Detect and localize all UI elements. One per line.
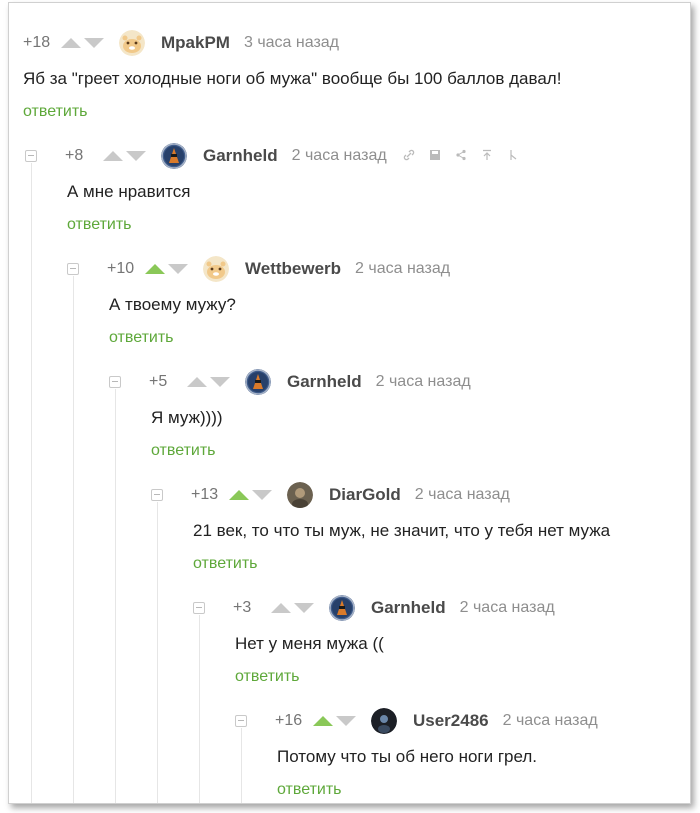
username[interactable]: User2486: [413, 711, 489, 731]
comment-text: Я муж)))): [151, 408, 223, 427]
rating: +8: [65, 147, 84, 164]
timestamp[interactable]: 2 часа назад: [415, 486, 510, 504]
upvote-icon[interactable]: [145, 264, 165, 274]
rating: +16: [275, 712, 303, 729]
reply-link[interactable]: ответить: [151, 442, 216, 460]
branch-icon[interactable]: [507, 149, 519, 164]
reply-link[interactable]: ответить: [193, 555, 258, 573]
avatar[interactable]: [245, 369, 271, 395]
thread-line: [199, 615, 200, 803]
save-icon[interactable]: [429, 149, 441, 164]
username[interactable]: Garnheld: [371, 598, 446, 618]
avatar[interactable]: [371, 708, 397, 734]
vote-arrows: [313, 716, 359, 726]
scroll-up-icon[interactable]: [481, 149, 493, 164]
vote-arrows: [187, 377, 233, 387]
timestamp[interactable]: 2 часа назад: [460, 599, 555, 617]
collapse-icon[interactable]: [109, 376, 121, 388]
username[interactable]: DiarGold: [329, 485, 401, 505]
avatar[interactable]: [161, 143, 187, 169]
collapse-icon[interactable]: [193, 602, 205, 614]
link-icon[interactable]: [403, 149, 415, 164]
reply-link[interactable]: ответить: [67, 216, 132, 234]
collapse-icon[interactable]: [25, 150, 37, 162]
downvote-icon[interactable]: [336, 716, 356, 726]
comment-text: Яб за "греет холодные ноги об мужа" вооб…: [23, 69, 562, 88]
timestamp[interactable]: 2 часа назад: [355, 260, 450, 278]
downvote-icon[interactable]: [210, 377, 230, 387]
upvote-icon[interactable]: [61, 38, 81, 48]
rating: +3: [233, 599, 252, 616]
avatar[interactable]: [203, 256, 229, 282]
collapse-icon[interactable]: [151, 489, 163, 501]
reply-link[interactable]: ответить: [23, 103, 88, 121]
vote-arrows: [61, 38, 107, 48]
comment-text: 21 век, то что ты муж, не значит, что у …: [193, 521, 611, 540]
upvote-icon[interactable]: [103, 151, 123, 161]
timestamp[interactable]: 2 часа назад: [292, 147, 387, 165]
rating: +5: [149, 373, 168, 390]
rating: +13: [191, 486, 219, 503]
comments-thread: +18 MpakPM 3 часа назад Яб за "греет хол…: [8, 2, 691, 804]
upvote-icon[interactable]: [271, 603, 291, 613]
username[interactable]: Garnheld: [287, 372, 362, 392]
timestamp[interactable]: 2 часа назад: [376, 373, 471, 391]
collapse-icon[interactable]: [235, 715, 247, 727]
vote-arrows: [229, 490, 275, 500]
thread-line: [73, 276, 74, 803]
upvote-icon[interactable]: [313, 716, 333, 726]
username[interactable]: Wettbewerb: [245, 259, 341, 279]
avatar[interactable]: [119, 30, 145, 56]
avatar[interactable]: [287, 482, 313, 508]
upvote-icon[interactable]: [187, 377, 207, 387]
downvote-icon[interactable]: [126, 151, 146, 161]
username[interactable]: MpakPM: [161, 33, 230, 53]
reply-link[interactable]: ответить: [277, 781, 342, 799]
comment-text: Нет у меня мужа ((: [235, 634, 384, 653]
username[interactable]: Garnheld: [203, 146, 278, 166]
downvote-icon[interactable]: [84, 38, 104, 48]
collapse-icon[interactable]: [67, 263, 79, 275]
timestamp[interactable]: 2 часа назад: [503, 712, 598, 730]
comment-text: А мне нравится: [67, 182, 191, 201]
comment-text: Потому что ты об него ноги грел.: [277, 747, 538, 766]
thread-line: [115, 389, 116, 803]
timestamp[interactable]: 3 часа назад: [244, 34, 339, 52]
downvote-icon[interactable]: [168, 264, 188, 274]
downvote-icon[interactable]: [294, 603, 314, 613]
comment-tools: [403, 149, 533, 164]
vote-arrows: [103, 151, 149, 161]
upvote-icon[interactable]: [229, 490, 249, 500]
avatar[interactable]: [329, 595, 355, 621]
share-icon[interactable]: [455, 149, 467, 164]
reply-link[interactable]: ответить: [109, 329, 174, 347]
thread-line: [31, 163, 32, 803]
downvote-icon[interactable]: [252, 490, 272, 500]
rating: +10: [107, 260, 135, 277]
rating: +18: [23, 34, 51, 51]
reply-link[interactable]: ответить: [235, 668, 300, 686]
vote-arrows: [145, 264, 191, 274]
vote-arrows: [271, 603, 317, 613]
thread-line: [157, 502, 158, 803]
comment-text: А твоему мужу?: [109, 295, 236, 314]
thread-line: [241, 728, 242, 803]
